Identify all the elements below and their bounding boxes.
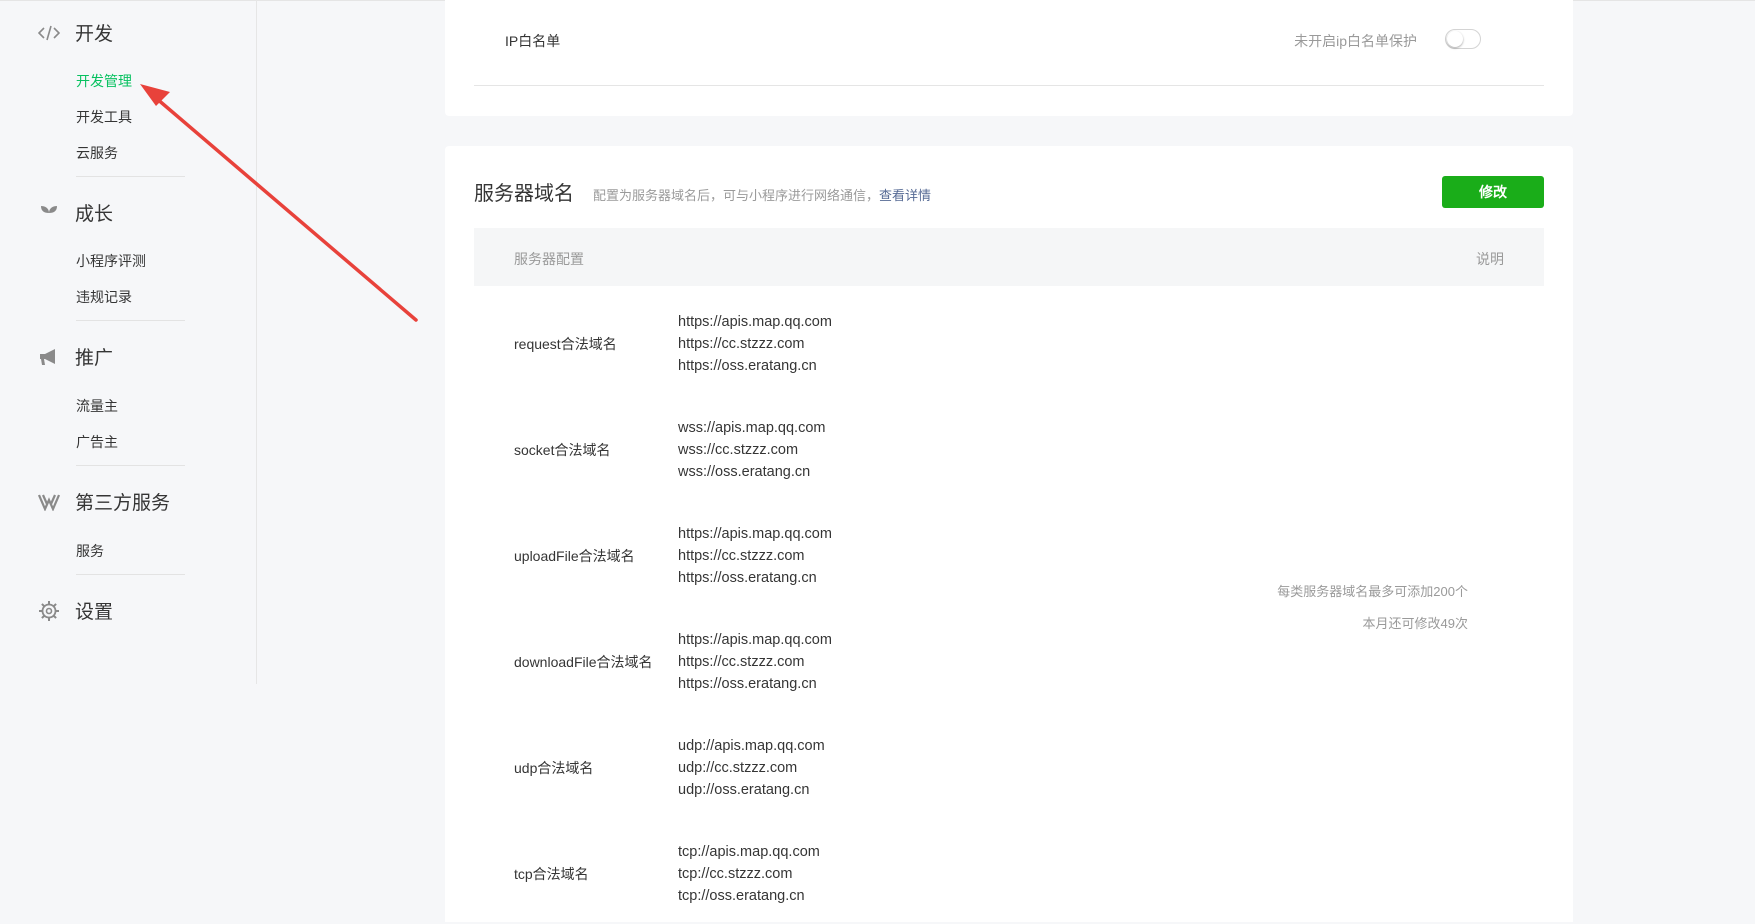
domain-values: tcp://apis.map.qq.com tcp://cc.stzzz.com… bbox=[678, 841, 820, 907]
sidebar-group-promotion[interactable]: 推广 bbox=[38, 343, 113, 370]
sprout-icon bbox=[38, 202, 60, 224]
megaphone-icon bbox=[38, 346, 60, 368]
sidebar-group-title: 推广 bbox=[75, 348, 114, 369]
table-row: request合法域名 https://apis.map.qq.com http… bbox=[474, 288, 1274, 394]
domain-type-label: udp合法域名 bbox=[514, 760, 594, 776]
edit-button[interactable]: 修改 bbox=[1442, 176, 1544, 208]
domain-value: https://cc.stzzz.com bbox=[678, 548, 805, 564]
sidebar-item-advertiser[interactable]: 广告主 bbox=[76, 432, 118, 452]
domain-values: https://apis.map.qq.com https://cc.stzzz… bbox=[678, 523, 832, 589]
domain-value: https://oss.eratang.cn bbox=[678, 676, 817, 692]
domain-value: https://oss.eratang.cn bbox=[678, 570, 817, 586]
detail-link[interactable]: 查看详情 bbox=[879, 188, 931, 203]
domain-value: https://cc.stzzz.com bbox=[678, 336, 805, 352]
sidebar-group-title: 成长 bbox=[75, 204, 114, 225]
sidebar-item-service[interactable]: 服务 bbox=[76, 541, 104, 561]
sidebar-divider bbox=[76, 465, 185, 466]
domain-value: udp://apis.map.qq.com bbox=[678, 738, 825, 754]
sidebar-item-dev-tools[interactable]: 开发工具 bbox=[76, 107, 132, 127]
sidebar-item-dev-manage[interactable]: 开发管理 bbox=[76, 71, 132, 91]
domain-type-label: request合法域名 bbox=[514, 336, 617, 352]
domain-value: https://apis.map.qq.com bbox=[678, 314, 832, 330]
domain-value: https://apis.map.qq.com bbox=[678, 632, 832, 648]
sidebar-group-growth[interactable]: 成长 bbox=[38, 199, 113, 226]
domain-value: https://oss.eratang.cn bbox=[678, 358, 817, 374]
code-icon bbox=[38, 22, 60, 44]
third-party-icon bbox=[38, 491, 60, 513]
domain-value: wss://apis.map.qq.com bbox=[678, 420, 826, 436]
domain-values: https://apis.map.qq.com https://cc.stzzz… bbox=[678, 629, 832, 695]
domain-values: wss://apis.map.qq.com wss://cc.stzzz.com… bbox=[678, 417, 825, 483]
domain-value: https://apis.map.qq.com bbox=[678, 526, 832, 542]
sidebar-divider bbox=[76, 176, 185, 177]
domain-value: udp://cc.stzzz.com bbox=[678, 760, 798, 776]
table-row: socket合法域名 wss://apis.map.qq.com wss://c… bbox=[474, 394, 1274, 500]
domain-values: udp://apis.map.qq.com udp://cc.stzzz.com… bbox=[678, 735, 825, 801]
toggle-knob bbox=[1447, 31, 1463, 47]
ip-whitelist-toggle[interactable] bbox=[1445, 29, 1481, 49]
table-row: uploadFile合法域名 https://apis.map.qq.com h… bbox=[474, 500, 1274, 606]
domain-type-label: socket合法域名 bbox=[514, 442, 611, 458]
sidebar-divider bbox=[76, 320, 185, 321]
table-header: 服务器配置 说明 bbox=[474, 228, 1544, 286]
domain-limit-note: 每类服务器域名最多可添加200个 bbox=[1277, 584, 1468, 599]
domain-value: udp://oss.eratang.cn bbox=[678, 782, 810, 798]
server-domain-card: 服务器域名 配置为服务器域名后，可与小程序进行网络通信，查看详情 修改 服务器配… bbox=[445, 146, 1573, 922]
domain-value: tcp://cc.stzzz.com bbox=[678, 866, 793, 882]
ip-whitelist-label: IP白名单 bbox=[505, 33, 561, 49]
ip-whitelist-status: 未开启ip白名单保护 bbox=[1294, 33, 1417, 49]
domain-value: https://cc.stzzz.com bbox=[678, 654, 805, 670]
sidebar-item-violations[interactable]: 违规记录 bbox=[76, 287, 132, 307]
domain-type-label: tcp合法域名 bbox=[514, 866, 589, 882]
sidebar-item-evaluation[interactable]: 小程序评测 bbox=[76, 251, 146, 271]
sidebar-group-title: 开发 bbox=[75, 24, 114, 45]
sidebar: 开发 开发管理 开发工具 云服务 成长 小程序评测 违规记录 推广 流量主 广告… bbox=[0, 0, 257, 684]
table-row: udp合法域名 udp://apis.map.qq.com udp://cc.s… bbox=[474, 712, 1274, 818]
description-text: 配置为服务器域名后，可与小程序进行网络通信， bbox=[593, 188, 880, 203]
sidebar-group-third-party[interactable]: 第三方服务 bbox=[38, 488, 170, 515]
domain-values: https://apis.map.qq.com https://cc.stzzz… bbox=[678, 311, 832, 377]
sidebar-item-traffic-owner[interactable]: 流量主 bbox=[76, 396, 118, 416]
header-config: 服务器配置 bbox=[514, 251, 584, 267]
domain-type-label: downloadFile合法域名 bbox=[514, 654, 653, 670]
sidebar-group-settings[interactable]: 设置 bbox=[38, 597, 113, 624]
domain-value: tcp://apis.map.qq.com bbox=[678, 844, 820, 860]
modify-count-note: 本月还可修改49次 bbox=[1362, 616, 1468, 631]
table-row: downloadFile合法域名 https://apis.map.qq.com… bbox=[474, 606, 1274, 712]
table-row: tcp合法域名 tcp://apis.map.qq.com tcp://cc.s… bbox=[474, 818, 1274, 924]
domain-value: tcp://oss.eratang.cn bbox=[678, 888, 805, 904]
ip-whitelist-card: IP白名单 未开启ip白名单保护 bbox=[445, 0, 1573, 116]
sidebar-item-cloud-service[interactable]: 云服务 bbox=[76, 143, 118, 163]
sidebar-group-dev[interactable]: 开发 bbox=[38, 19, 113, 46]
card-divider bbox=[474, 85, 1544, 86]
section-title: 服务器域名 bbox=[474, 183, 574, 205]
domain-value: wss://cc.stzzz.com bbox=[678, 442, 799, 458]
header-note: 说明 bbox=[1476, 251, 1504, 267]
sidebar-divider bbox=[76, 574, 185, 575]
section-description: 配置为服务器域名后，可与小程序进行网络通信，查看详情 bbox=[593, 185, 931, 204]
domain-value: wss://oss.eratang.cn bbox=[678, 464, 811, 480]
domain-type-label: uploadFile合法域名 bbox=[514, 548, 635, 564]
sidebar-group-title: 第三方服务 bbox=[75, 493, 171, 514]
sidebar-group-title: 设置 bbox=[75, 602, 114, 623]
gear-icon bbox=[38, 600, 60, 622]
